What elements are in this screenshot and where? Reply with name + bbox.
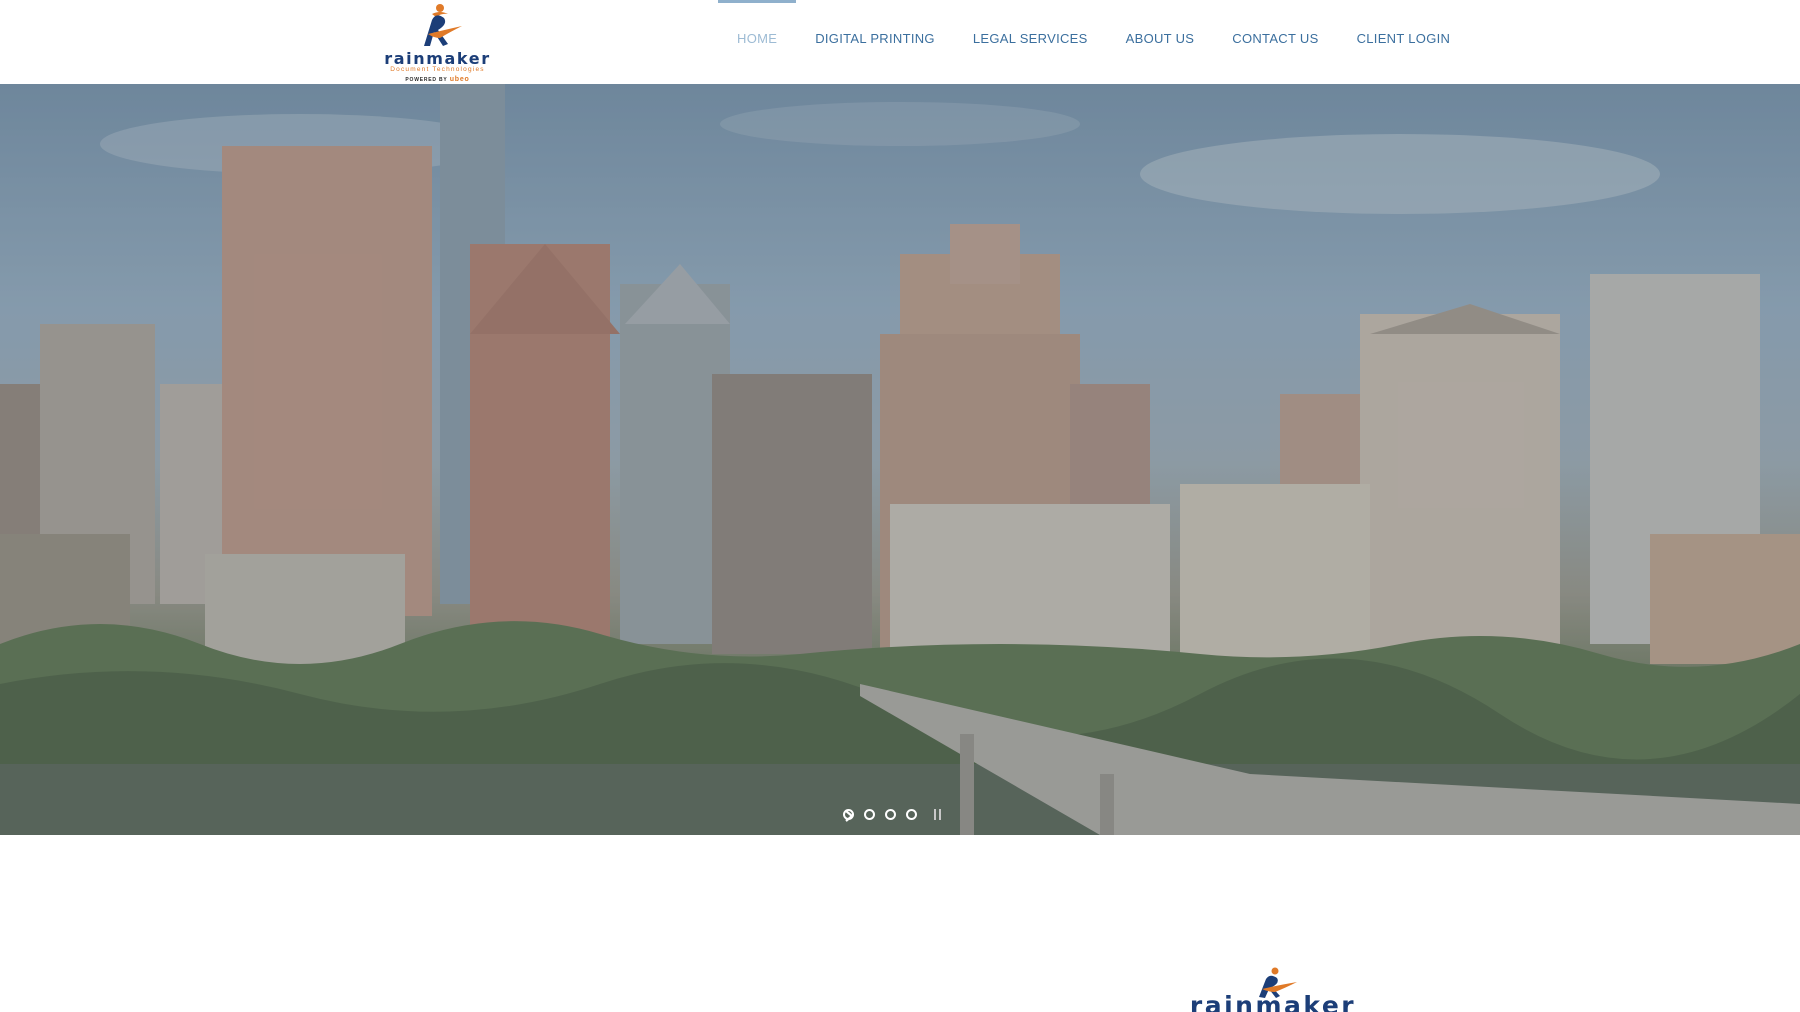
slide-dot-3[interactable] [885, 809, 896, 820]
slide-dot-4[interactable] [906, 809, 917, 820]
site-header: rainmaker Document Technologies POWERED … [0, 0, 1800, 84]
slider-controls [842, 809, 941, 823]
hero-slider [0, 84, 1800, 835]
logo-tagline: Document Technologies [390, 66, 485, 73]
nav-about-us[interactable]: ABOUT US [1107, 0, 1214, 84]
hero-overlay [0, 84, 1800, 835]
pause-icon[interactable] [934, 809, 941, 820]
nav-legal-services[interactable]: LEGAL SERVICES [954, 0, 1107, 84]
nav-home[interactable]: HOME [718, 0, 797, 84]
nav-digital-printing[interactable]: DIGITAL PRINTING [796, 0, 954, 84]
logo-powered-by: POWERED BY ubeo [380, 76, 495, 83]
nav-client-login[interactable]: CLIENT LOGIN [1338, 0, 1470, 84]
slide-dot-2[interactable] [864, 809, 875, 820]
powered-by-brand: ubeo [449, 76, 470, 83]
main-navigation: HOME DIGITAL PRINTING LEGAL SERVICES ABO… [718, 0, 1469, 84]
site-logo[interactable]: rainmaker Document Technologies POWERED … [380, 0, 495, 84]
chevron-right-icon[interactable] [842, 809, 856, 823]
rainmaker-logo-mark-icon [424, 4, 462, 46]
powered-by-label: POWERED BY [405, 77, 448, 83]
footer-logo-wordmark: rainmaker [1189, 991, 1357, 1012]
footer-logo: rainmaker [1183, 965, 1363, 1012]
nav-contact-us[interactable]: CONTACT US [1213, 0, 1337, 84]
